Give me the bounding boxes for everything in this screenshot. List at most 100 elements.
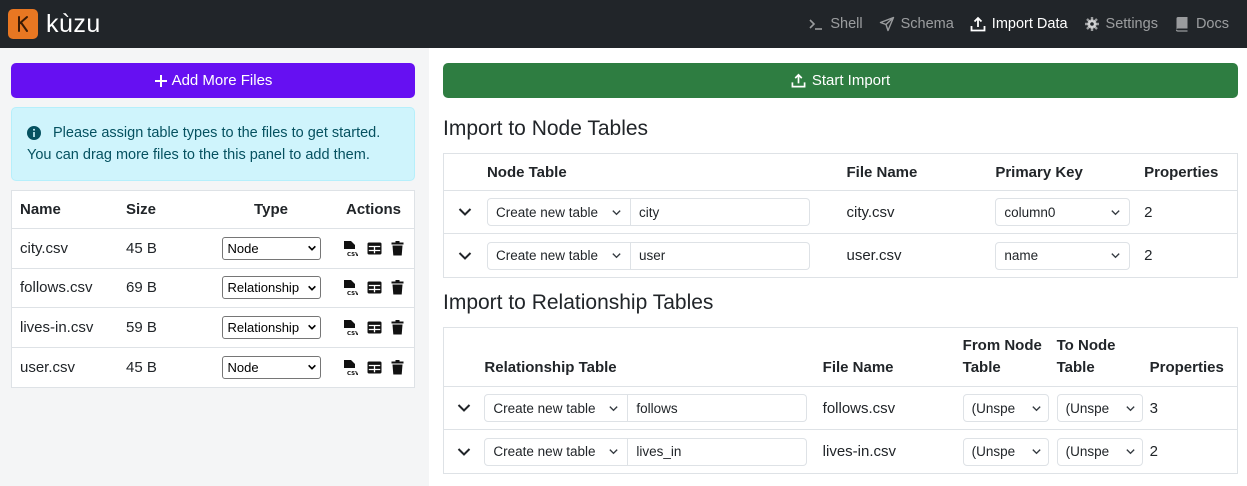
primary-key-select[interactable]: column0 [995, 198, 1131, 226]
table-mode-select[interactable]: Create new table [486, 198, 631, 226]
brand-name: kùzu [46, 9, 101, 38]
table-icon[interactable] [367, 281, 382, 294]
file-name: follows.csv [822, 399, 896, 417]
file-row: city.csv 45 B Node CSV [12, 229, 414, 269]
file-size: 45 B [126, 358, 157, 376]
expand-row-button[interactable] [444, 445, 484, 459]
alert-line-1: Please assign table types to the files t… [53, 125, 381, 141]
file-type-select[interactable]: Relationship [221, 276, 321, 300]
file-name: city.csv [20, 239, 69, 257]
from-node-select[interactable]: (Unspe [962, 437, 1049, 466]
table-name-input[interactable]: city [630, 198, 810, 226]
node-table-row: Create new table city city.csv column0 2 [444, 191, 1237, 234]
node-tables-table: Node Table File Name Primary Key Propert… [443, 153, 1238, 278]
trash-icon[interactable] [391, 280, 404, 295]
chevron-down-icon [1032, 449, 1041, 455]
chevron-down-icon [307, 245, 316, 252]
col-from-line2: Table [962, 359, 1001, 376]
expand-row-button[interactable] [444, 401, 484, 415]
file-type-value: Node [227, 359, 259, 375]
table-mode-value: Create new table [495, 204, 599, 220]
file-size: 69 B [126, 279, 157, 297]
to-node-value: (Unspe [1065, 444, 1110, 459]
table-name-input[interactable]: user [630, 241, 810, 270]
kuzu-logo-icon [8, 9, 38, 39]
col-to-line1: To Node [1056, 337, 1116, 354]
to-node-select[interactable]: (Unspe [1056, 394, 1143, 422]
table-name-input[interactable]: follows [628, 394, 808, 422]
node-table-row: Create new table user user.csv name 2 [444, 234, 1237, 277]
nav-item-docs[interactable]: Docs [1166, 0, 1237, 48]
expand-row-button[interactable] [444, 249, 487, 263]
table-mode-select[interactable]: Create new table [486, 241, 631, 270]
chevron-down-icon [1032, 405, 1041, 411]
csv-file-icon[interactable]: CSV [343, 240, 358, 257]
file-type-select[interactable]: Relationship [221, 315, 321, 339]
table-mode-value: Create new table [493, 444, 596, 459]
nav-item-shell[interactable]: Shell [800, 0, 870, 48]
trash-icon[interactable] [391, 240, 404, 256]
start-import-label: Start Import [811, 72, 891, 89]
svg-text:CSV: CSV [347, 252, 358, 257]
col-file-name: File Name [822, 359, 894, 376]
col-properties: Properties [1149, 359, 1224, 376]
table-icon[interactable] [367, 242, 382, 255]
chevron-down-icon [459, 208, 472, 216]
add-more-files-button[interactable]: Add More Files [11, 63, 415, 98]
csv-file-icon[interactable]: CSV [343, 359, 358, 376]
file-size: 59 B [126, 318, 157, 336]
col-primary-key: Primary Key [995, 163, 1083, 181]
table-mode-select[interactable]: Create new table [484, 437, 629, 466]
nav-item-settings[interactable]: Settings [1076, 0, 1166, 48]
chevron-down-icon [457, 404, 471, 412]
chevron-down-icon [612, 253, 621, 259]
nav-label: Settings [1105, 16, 1158, 32]
col-actions: Actions [345, 201, 401, 218]
trash-icon[interactable] [391, 359, 404, 375]
nav-item-schema[interactable]: Schema [871, 0, 962, 48]
chevron-down-icon [1111, 209, 1120, 215]
chevron-down-icon [307, 324, 316, 331]
csv-file-icon[interactable]: CSV [343, 319, 358, 336]
expand-row-button[interactable] [444, 205, 487, 219]
file-type-value: Node [227, 240, 259, 256]
file-row: follows.csv 69 B Relationship CSV [12, 269, 414, 308]
node-tables-heading: Import to Node Tables [443, 117, 649, 140]
primary-key-select[interactable]: name [995, 241, 1131, 270]
chevron-down-icon [457, 447, 471, 456]
file-type-select[interactable]: Node [221, 355, 321, 379]
add-button-label: Add More Files [171, 72, 273, 89]
csv-file-icon[interactable]: CSV [343, 279, 358, 296]
col-properties: Properties [1144, 163, 1219, 181]
table-mode-value: Create new table [493, 400, 596, 416]
start-import-button[interactable]: Start Import [443, 63, 1238, 98]
terminal-icon [809, 19, 823, 30]
chevron-down-icon [1111, 253, 1120, 259]
file-panel[interactable]: Add More Files Please assign table types… [0, 48, 429, 486]
to-node-select[interactable]: (Unspe [1056, 437, 1143, 466]
import-panel: Start Import Import to Node Tables Node … [429, 48, 1247, 486]
table-icon[interactable] [367, 321, 382, 334]
alert-line-2: You can drag more files to the this pane… [27, 147, 370, 163]
brand[interactable]: kùzu [8, 9, 101, 39]
upload-icon [970, 16, 986, 32]
col-node-table: Node Table [486, 163, 567, 181]
table-mode-select[interactable]: Create new table [484, 394, 629, 422]
file-name: user.csv [846, 247, 902, 264]
col-relationship-table: Relationship Table [484, 359, 617, 376]
file-type-value: Relationship [227, 280, 300, 296]
table-name-input[interactable]: lives_in [628, 437, 808, 466]
from-node-select[interactable]: (Unspe [962, 394, 1049, 422]
file-size: 45 B [126, 239, 157, 257]
nav-item-import-data[interactable]: Import Data [962, 0, 1076, 48]
table-mode-value: Create new table [495, 248, 599, 263]
col-to-line2: Table [1056, 359, 1095, 376]
table-icon[interactable] [367, 361, 382, 374]
trash-icon[interactable] [391, 319, 404, 335]
nav-menu: Shell Schema Import Data Settings Docs [800, 0, 1239, 48]
info-icon [27, 126, 41, 140]
col-name: Name [20, 201, 61, 218]
book-icon [1175, 17, 1188, 32]
file-name: lives-in.csv [20, 318, 94, 336]
file-type-select[interactable]: Node [221, 236, 321, 260]
